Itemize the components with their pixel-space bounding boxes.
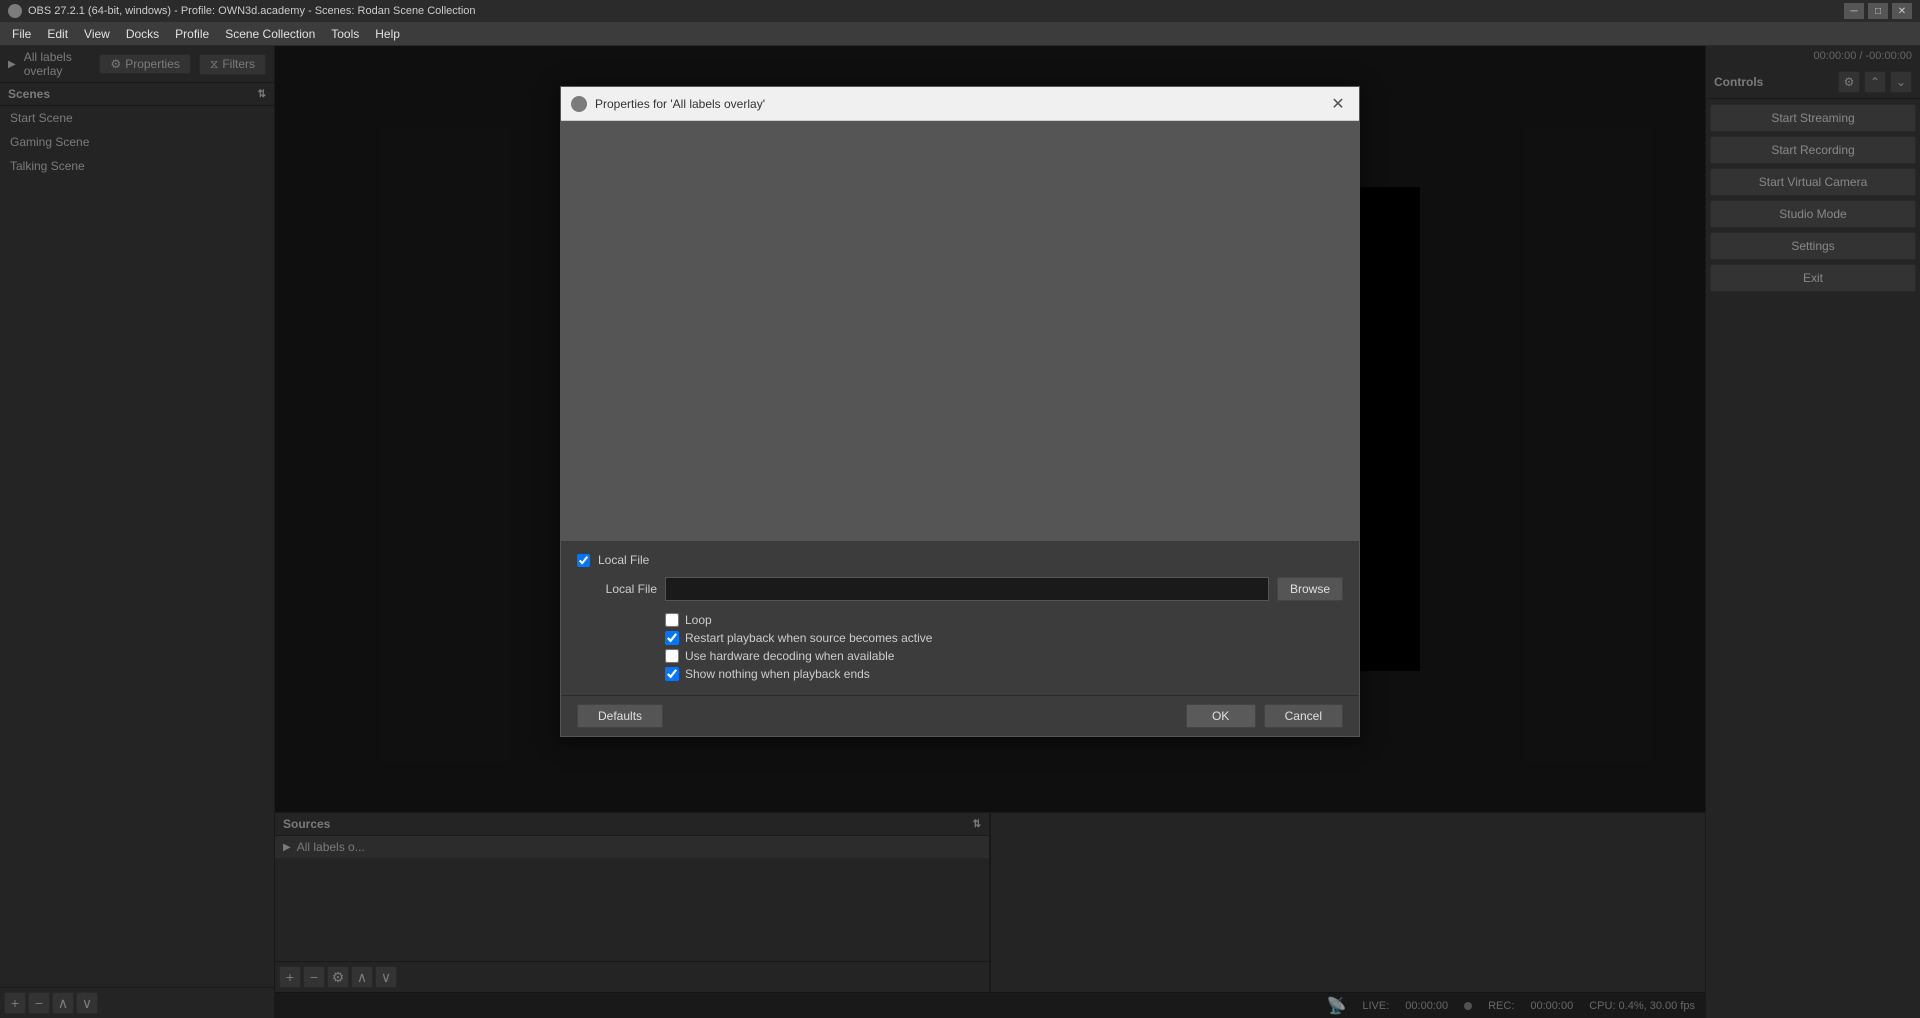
menu-bar: File Edit View Docks Profile Scene Colle…: [0, 22, 1920, 46]
title-bar: OBS 27.2.1 (64-bit, windows) - Profile: …: [0, 0, 1920, 22]
menu-view[interactable]: View: [76, 25, 118, 43]
local-file-checkbox[interactable]: [577, 554, 590, 567]
hardware-decoding-checkbox[interactable]: [665, 649, 679, 663]
modal-footer-left: Defaults: [577, 704, 663, 728]
restart-playback-checkbox-row: Restart playback when source becomes act…: [665, 629, 1343, 647]
restart-playback-label[interactable]: Restart playback when source becomes act…: [685, 631, 932, 645]
modal-obs-icon: [571, 96, 587, 112]
title-bar-left: OBS 27.2.1 (64-bit, windows) - Profile: …: [8, 4, 476, 18]
loop-checkbox[interactable]: [665, 613, 679, 627]
window-title: OBS 27.2.1 (64-bit, windows) - Profile: …: [28, 5, 476, 17]
menu-scene-collection[interactable]: Scene Collection: [217, 25, 323, 43]
modal-footer: Defaults OK Cancel: [561, 695, 1359, 736]
minimize-button[interactable]: ─: [1844, 3, 1864, 19]
local-file-input[interactable]: [665, 577, 1269, 601]
restart-playback-checkbox[interactable]: [665, 631, 679, 645]
modal-body: Local File Local File Browse Loop Restar…: [561, 541, 1359, 695]
browse-button[interactable]: Browse: [1277, 577, 1343, 601]
maximize-button[interactable]: □: [1868, 3, 1888, 19]
menu-edit[interactable]: Edit: [39, 25, 76, 43]
modal-close-button[interactable]: ✕: [1327, 93, 1349, 115]
local-file-label: Local File: [577, 582, 657, 596]
cancel-button[interactable]: Cancel: [1264, 704, 1343, 728]
modal-title: Properties for 'All labels overlay': [595, 97, 765, 111]
menu-profile[interactable]: Profile: [167, 25, 217, 43]
menu-tools[interactable]: Tools: [323, 25, 367, 43]
modal-footer-right: OK Cancel: [1186, 704, 1343, 728]
modal-overlay: Properties for 'All labels overlay' ✕ Lo…: [0, 46, 1920, 1018]
obs-icon: [8, 4, 22, 18]
hardware-decoding-checkbox-row: Use hardware decoding when available: [665, 647, 1343, 665]
title-bar-controls: ─ □ ✕: [1844, 3, 1912, 19]
hardware-decoding-label[interactable]: Use hardware decoding when available: [685, 649, 894, 663]
show-nothing-checkbox-row: Show nothing when playback ends: [665, 665, 1343, 683]
modal-header: Properties for 'All labels overlay' ✕: [561, 87, 1359, 121]
menu-help[interactable]: Help: [367, 25, 408, 43]
modal-local-file-checkbox-row: Local File: [577, 553, 1343, 567]
show-nothing-checkbox[interactable]: [665, 667, 679, 681]
modal-local-file-input-row: Local File Browse: [577, 577, 1343, 601]
window-close-button[interactable]: ✕: [1892, 3, 1912, 19]
loop-checkbox-row: Loop: [665, 611, 1343, 629]
defaults-button[interactable]: Defaults: [577, 704, 663, 728]
show-nothing-label[interactable]: Show nothing when playback ends: [685, 667, 870, 681]
menu-docks[interactable]: Docks: [118, 25, 167, 43]
modal-dialog: Properties for 'All labels overlay' ✕ Lo…: [560, 86, 1360, 737]
local-file-checkbox-label[interactable]: Local File: [598, 553, 649, 567]
modal-preview-area: [561, 121, 1359, 541]
loop-label[interactable]: Loop: [685, 613, 712, 627]
modal-header-left: Properties for 'All labels overlay': [571, 96, 765, 112]
menu-file[interactable]: File: [4, 25, 39, 43]
ok-button[interactable]: OK: [1186, 704, 1256, 728]
